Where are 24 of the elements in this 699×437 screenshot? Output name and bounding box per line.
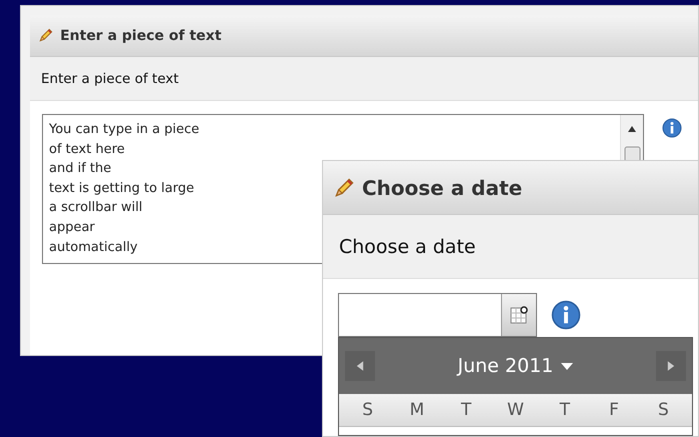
calendar-button[interactable] <box>501 294 536 336</box>
weekday-label: W <box>507 400 524 420</box>
panel-title: Enter a piece of text <box>60 28 222 44</box>
weekday-label: T <box>461 400 472 420</box>
info-icon[interactable] <box>662 118 682 138</box>
panel-subtitle: Enter a piece of text <box>41 70 179 86</box>
right-triangle-icon <box>667 360 675 372</box>
pencil-icon <box>333 176 356 200</box>
caret-icon <box>561 362 574 370</box>
pencil-icon <box>38 27 54 44</box>
weekday-label: S <box>658 400 669 420</box>
left-triangle-icon <box>356 360 364 372</box>
previous-month-button[interactable] <box>345 351 375 381</box>
month-selector[interactable]: June 2011 <box>452 354 580 378</box>
panel-subtitle: Choose a date <box>339 236 476 258</box>
weekday-label: M <box>410 400 424 420</box>
calendar-icon <box>509 305 529 325</box>
panel-title: Choose a date <box>362 176 522 200</box>
next-month-button[interactable] <box>656 351 686 381</box>
weekday-label: S <box>362 400 374 420</box>
weekday-label: F <box>609 400 619 420</box>
date-field[interactable] <box>338 293 537 337</box>
weekday-label: T <box>560 400 570 420</box>
info-icon[interactable] <box>551 300 581 330</box>
